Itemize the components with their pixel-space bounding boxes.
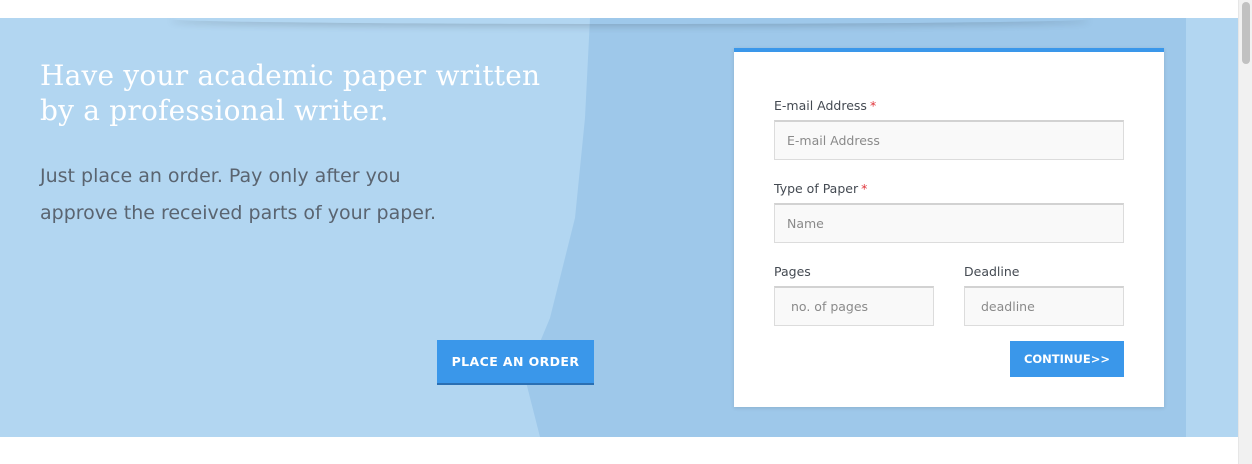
pages-label: Pages — [774, 264, 811, 280]
hero-section: Have your academic paper written by a pr… — [0, 18, 1238, 437]
email-label: E-mail Address * — [774, 98, 876, 114]
hero-subtext: Just place an order. Pay only after you … — [40, 165, 437, 224]
email-input[interactable] — [774, 120, 1124, 160]
page: Have your academic paper written by a pr… — [0, 0, 1252, 464]
email-label-text: E-mail Address — [774, 98, 867, 113]
deadline-label-text: Deadline — [964, 264, 1020, 279]
continue-button[interactable]: CONTINUE>> — [1010, 341, 1124, 377]
paper-type-label-text: Type of Paper — [774, 181, 859, 196]
paper-type-label: Type of Paper * — [774, 181, 867, 197]
deadline-label: Deadline — [964, 264, 1019, 280]
hero-headline: Have your academic paper written by a pr… — [40, 59, 541, 127]
paper-type-required-mark: * — [861, 181, 868, 196]
order-form-card: E-mail Address* Type of Paper* Pages Dea… — [734, 48, 1164, 407]
page-scrollbar[interactable] — [1238, 0, 1252, 464]
place-order-button[interactable]: PLACE AN ORDER — [437, 340, 594, 385]
email-required-mark: * — [869, 98, 877, 113]
pages-label-text: Pages — [774, 264, 811, 279]
hero-right-band — [1186, 18, 1238, 437]
top-bar — [0, 0, 1238, 18]
scrollbar-thumb[interactable] — [1242, 2, 1250, 64]
pages-input[interactable] — [774, 286, 934, 326]
deadline-input[interactable] — [964, 286, 1124, 326]
paper-type-input[interactable] — [774, 203, 1124, 243]
